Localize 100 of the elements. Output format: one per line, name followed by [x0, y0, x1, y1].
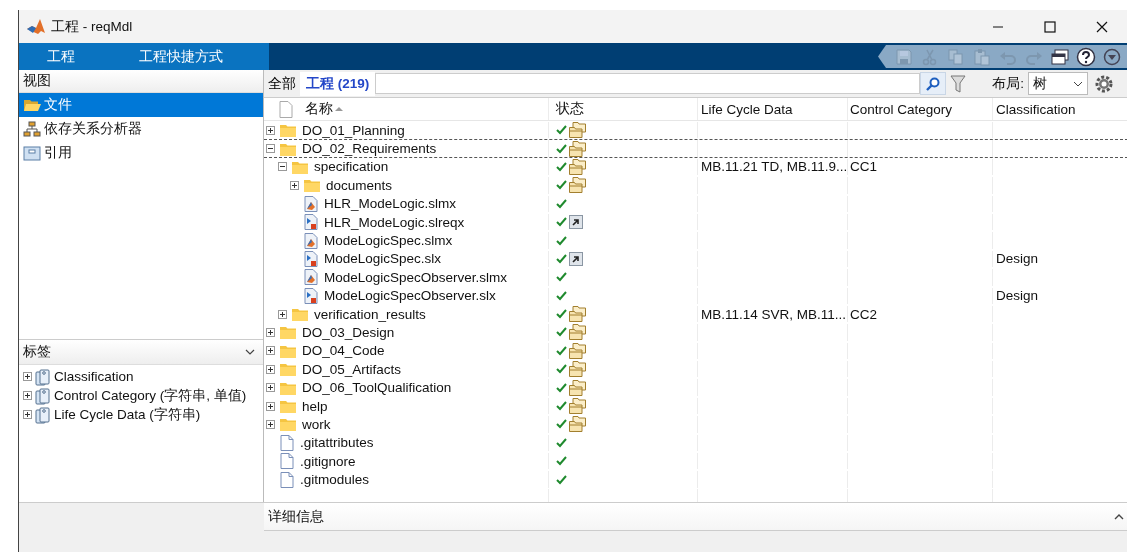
expand-icon[interactable] [266, 419, 275, 429]
label-name[interactable]: Classification [54, 369, 134, 384]
expand-icon[interactable] [266, 401, 275, 411]
expand-icon[interactable] [266, 125, 275, 135]
file-name[interactable]: .gitignore [300, 453, 356, 469]
table-row[interactable]: .gitattributes [264, 433, 1127, 453]
details-label: 详细信息 [268, 507, 324, 526]
expand-icon[interactable] [266, 383, 275, 393]
check-icon [556, 419, 567, 430]
file-name[interactable]: ModeLogicSpec.slx [324, 251, 442, 267]
table-row[interactable]: .gitignore [264, 452, 1127, 471]
table-row[interactable]: DO_05_Artifacts [264, 360, 1127, 379]
collapse-icon[interactable] [266, 144, 275, 154]
model-file-icon [304, 250, 318, 267]
table-row[interactable]: ModeLogicSpecObserver.slx Design [264, 286, 1127, 305]
check-icon [556, 456, 567, 467]
model-file-icon [304, 214, 318, 231]
table-row[interactable]: DO_03_Design [264, 323, 1127, 342]
check-icon [556, 382, 567, 393]
file-name[interactable]: DO_06_ToolQualification [302, 380, 452, 396]
folder-icon [280, 380, 296, 395]
scope-tab[interactable]: 全部 [264, 71, 300, 96]
file-name[interactable]: ModeLogicSpecObserver.slmx [324, 269, 508, 285]
table-row[interactable]: DO_02_Requirements [264, 139, 1127, 158]
file-name[interactable]: ModeLogicSpecObserver.slx [324, 288, 496, 304]
gear-icon[interactable] [1094, 73, 1115, 94]
layout-dropdown[interactable]: 树 [1028, 72, 1089, 95]
file-name[interactable]: DO_04_Code [302, 343, 385, 359]
expand-icon[interactable] [23, 391, 32, 400]
file-name[interactable]: DO_01_Planning [302, 122, 405, 138]
file-name[interactable]: ModeLogicSpec.slmx [324, 233, 453, 249]
document-icon [280, 471, 294, 488]
caret-up-icon[interactable] [1114, 513, 1124, 520]
table-row[interactable]: DO_04_Code [264, 341, 1127, 361]
expand-icon[interactable] [23, 410, 32, 419]
windows-icon[interactable] [1050, 46, 1070, 67]
panel-header[interactable]: 标签 [19, 339, 263, 365]
scope-tab[interactable]: 工程 (219) [300, 71, 376, 96]
table-row[interactable]: documents [264, 176, 1127, 195]
label-name[interactable]: Life Cycle Data (字符串) [54, 405, 201, 424]
file-name[interactable]: specification [314, 159, 389, 175]
chevron-down-icon[interactable] [245, 349, 255, 355]
view-item[interactable]: 引用 [19, 141, 263, 165]
search-button[interactable] [920, 72, 947, 95]
table-row[interactable]: ModeLogicSpec.slx Design [264, 249, 1127, 269]
table-row[interactable]: HLR_ModeLogic.slreqx [264, 212, 1127, 232]
help-icon[interactable] [1076, 46, 1096, 67]
file-name[interactable]: HLR_ModeLogic.slreqx [324, 214, 465, 230]
file-name[interactable]: work [302, 416, 331, 432]
label-name[interactable]: Control Category (字符串, 单值) [54, 386, 247, 405]
view-item[interactable]: 文件 [19, 93, 263, 117]
table-row[interactable]: work [264, 415, 1127, 434]
column-header[interactable]: Classification [996, 101, 1076, 117]
check-icon [556, 217, 567, 228]
file-name[interactable]: HLR_ModeLogic.slmx [324, 196, 457, 212]
check-icon [556, 309, 567, 320]
view-item[interactable]: 依存关系分析器 [19, 117, 263, 141]
expand-icon[interactable] [278, 309, 287, 319]
file-name[interactable]: .gitmodules [300, 472, 370, 488]
expand-icon[interactable] [266, 364, 275, 374]
expand-icon[interactable] [266, 328, 275, 337]
dropdown-icon[interactable] [1102, 46, 1122, 67]
table-row[interactable]: specification MB.11.21 TD, MB.11.9... CC1 [264, 157, 1127, 177]
ribbon-tab[interactable]: 工程 [41, 45, 81, 68]
tag-icon [34, 386, 52, 405]
ribbon-tab[interactable]: 工程快捷方式 [133, 45, 229, 68]
expand-icon[interactable] [290, 180, 299, 190]
file-name[interactable]: help [302, 398, 328, 414]
details-bar[interactable]: 详细信息 [264, 502, 1127, 531]
hierarchy-icon [23, 121, 41, 137]
file-name[interactable]: verification_results [314, 306, 426, 322]
expand-icon[interactable] [23, 372, 32, 381]
search-field[interactable] [375, 73, 921, 94]
table-cell: MB.11.14 SVR, MB.11.... [701, 306, 847, 322]
table-row[interactable]: ModeLogicSpec.slmx [264, 231, 1127, 250]
close-icon [1096, 20, 1108, 33]
column-header[interactable]: 名称 [305, 100, 343, 118]
folder-icon [280, 399, 296, 414]
model-file-icon [304, 195, 318, 212]
file-name[interactable]: DO_03_Design [302, 325, 395, 340]
column-header[interactable]: Life Cycle Data [701, 101, 793, 117]
folder-icon [280, 343, 296, 358]
file-name[interactable]: DO_05_Artifacts [302, 361, 402, 377]
table-row[interactable]: HLR_ModeLogic.slmx [264, 194, 1127, 213]
expand-icon[interactable] [266, 346, 275, 356]
file-name[interactable]: documents [326, 177, 393, 193]
file-name[interactable]: .gitattributes [300, 435, 374, 451]
column-header[interactable]: Control Category [850, 101, 953, 117]
table-row[interactable]: help [264, 396, 1127, 416]
filter-icon[interactable] [950, 73, 967, 94]
table-cell: CC1 [850, 159, 877, 175]
collapse-icon[interactable] [278, 162, 287, 172]
table-row[interactable]: .gitmodules [264, 470, 1127, 489]
file-name[interactable]: DO_02_Requirements [302, 141, 437, 157]
table-row[interactable]: DO_01_Planning [264, 121, 1127, 140]
column-header[interactable]: 状态 [556, 100, 584, 118]
table-row[interactable]: ModeLogicSpecObserver.slmx [264, 268, 1127, 287]
folder-icon [280, 141, 296, 156]
table-row[interactable]: verification_results MB.11.14 SVR, MB.11....CC2 [264, 304, 1127, 324]
table-row[interactable]: DO_06_ToolQualification [264, 378, 1127, 397]
